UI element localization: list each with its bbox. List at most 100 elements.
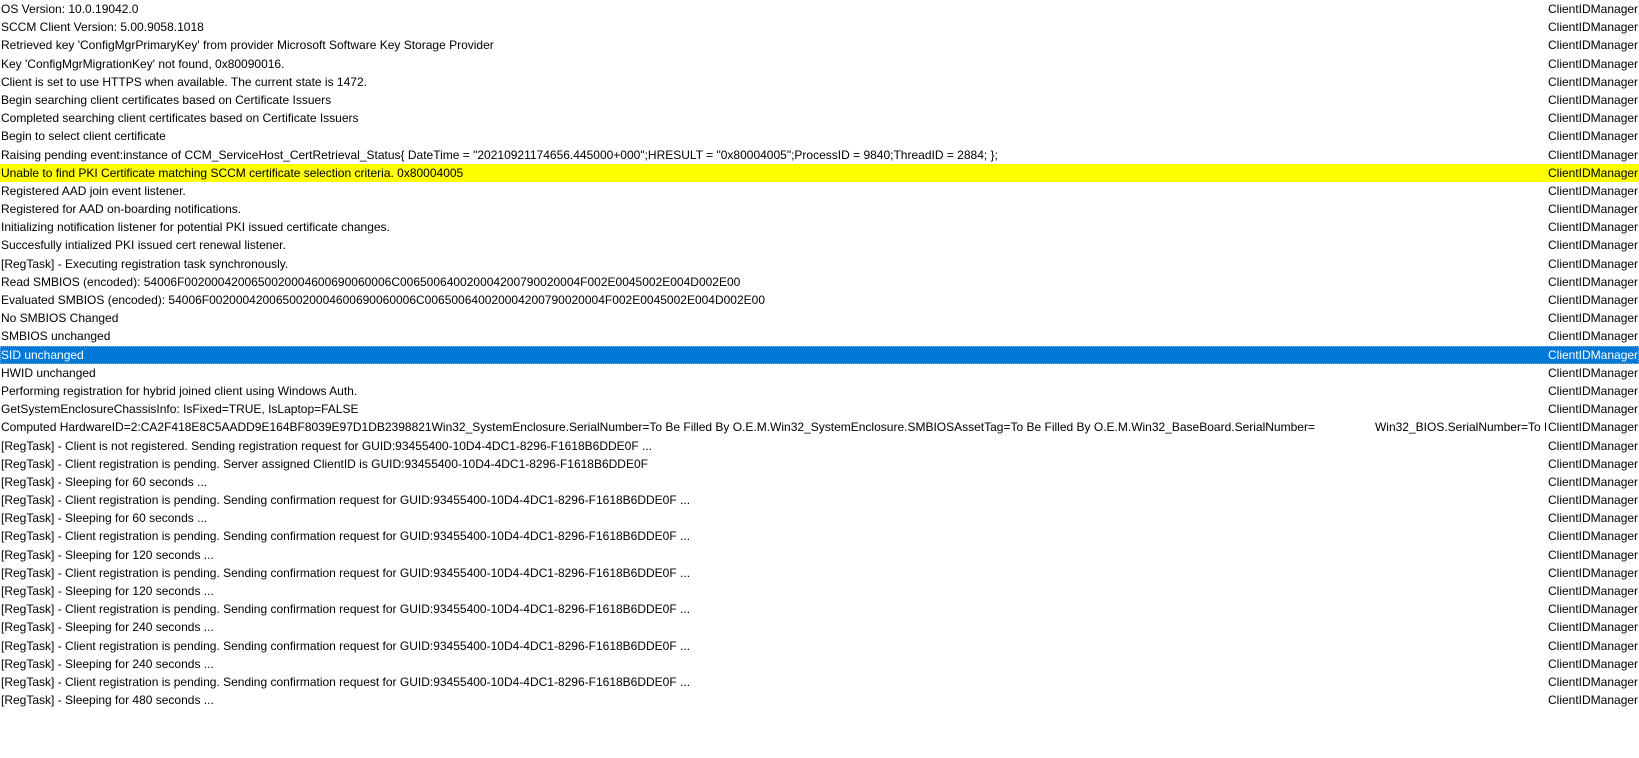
log-message: [RegTask] - Client registration is pendi… [1,638,691,653]
log-message: [RegTask] - Sleeping for 480 seconds ... [1,693,214,708]
log-message: [RegTask] - Sleeping for 240 seconds ... [1,620,214,635]
log-message: [RegTask] - Client registration is pendi… [1,456,648,471]
log-component: ClientIDManager [1548,493,1639,508]
log-component: ClientIDManager [1548,438,1639,453]
log-row[interactable]: Completed searching client certificates … [0,109,1639,127]
log-component: ClientIDManager [1548,129,1639,144]
log-message: [RegTask] - Client registration is pendi… [1,529,691,544]
log-row[interactable]: Begin to select client certificate Client… [0,127,1639,145]
log-component: ClientIDManager [1548,693,1639,708]
log-message: Read SMBIOS (encoded): 54006F00200042006… [1,274,741,289]
log-component: ClientIDManager [1548,38,1639,53]
log-row[interactable]: Retrieved key 'ConfigMgrPrimaryKey' from… [0,36,1639,54]
log-component: ClientIDManager [1548,92,1639,107]
log-message: Succesfully intialized PKI issued cert r… [1,238,286,253]
log-message: Client is set to use HTTPS when availabl… [1,74,367,89]
log-row[interactable]: Initializing notification listener for p… [0,218,1639,236]
log-row[interactable]: [RegTask] - Sleeping for 240 seconds ...… [0,655,1639,673]
log-message: [RegTask] - Client registration is pendi… [1,602,691,617]
log-message: GetSystemEnclosureChassisInfo: IsFixed=T… [1,402,359,417]
log-row[interactable]: Registered AAD join event listener. Clien… [0,182,1639,200]
log-row[interactable]: No SMBIOS Changed ClientIDManager [0,309,1639,327]
log-message: [RegTask] - Sleeping for 240 seconds ... [1,656,214,671]
log-message: [RegTask] - Client is not registered. Se… [1,438,652,453]
log-row[interactable]: Performing registration for hybrid joine… [0,382,1639,400]
log-message: [RegTask] - Client registration is pendi… [1,493,691,508]
log-component: ClientIDManager [1548,111,1639,126]
log-row[interactable]: Key 'ConfigMgrMigrationKey' not found, 0… [0,55,1639,73]
log-component: ClientIDManager [1548,620,1639,635]
log-row[interactable]: SMBIOS unchanged ClientIDManager [0,327,1639,345]
log-component: ClientIDManager [1548,402,1639,417]
log-component: ClientIDManager [1548,329,1639,344]
log-component: ClientIDManager [1548,474,1639,489]
log-row[interactable]: [RegTask] - Executing registration task … [0,255,1639,273]
log-component: ClientIDManager [1548,456,1639,471]
log-component: ClientIDManager [1548,347,1639,362]
log-message: SID unchanged [1,347,84,362]
log-component: ClientIDManager [1548,202,1639,217]
log-row[interactable]: Read SMBIOS (encoded): 54006F00200042006… [0,273,1639,291]
log-component: ClientIDManager [1548,147,1639,162]
log-row[interactable]: [RegTask] - Sleeping for 120 seconds ...… [0,546,1639,564]
log-row[interactable]: [RegTask] - Client registration is pendi… [0,673,1639,691]
log-message: Begin to select client certificate [1,129,166,144]
log-component: ClientIDManager [1548,220,1639,235]
log-row[interactable]: [RegTask] - Client registration is pendi… [0,491,1639,509]
log-row[interactable]: [RegTask] - Sleeping for 60 seconds ... C… [0,473,1639,491]
log-component: ClientIDManager [1548,293,1639,307]
log-message: [RegTask] - Executing registration task … [1,256,289,271]
log-component: ClientIDManager [1548,183,1639,198]
log-row[interactable]: [RegTask] - Client registration is pendi… [0,527,1639,545]
log-row[interactable]: Computed HardwareID=2:CA2F418E8C5AADD9E1… [0,418,1639,436]
log-message: Begin searching client certificates base… [1,92,332,107]
log-component: ClientIDManager [1548,165,1639,180]
log-message: Evaluated SMBIOS (encoded): 54006F002000… [1,293,766,307]
log-component: ClientIDManager [1548,20,1639,35]
log-row[interactable]: [RegTask] - Client registration is pendi… [0,564,1639,582]
log-row[interactable]: Client is set to use HTTPS when availabl… [0,73,1639,91]
log-component: ClientIDManager [1548,656,1639,671]
log-component: ClientIDManager [1548,2,1639,16]
log-message: Initializing notification listener for p… [1,220,390,235]
log-row[interactable]: GetSystemEnclosureChassisInfo: IsFixed=T… [0,400,1639,418]
log-row[interactable]: [RegTask] - Client registration is pendi… [0,455,1639,473]
log-component: ClientIDManager [1548,638,1639,653]
log-component: ClientIDManager [1548,238,1639,253]
log-component: ClientIDManager [1548,274,1639,289]
log-message: Registered for AAD on-boarding notificat… [1,202,242,217]
log-message: Performing registration for hybrid joine… [1,383,358,398]
log-row-warning[interactable]: Unable to find PKI Certificate matching … [0,163,1639,182]
log-component: ClientIDManager [1548,674,1639,689]
log-component: ClientIDManager [1548,584,1639,598]
log-row[interactable]: [RegTask] - Sleeping for 240 seconds ...… [0,618,1639,636]
log-component: ClientIDManager [1548,511,1639,526]
log-message: HWID unchanged [1,365,96,380]
log-row-selected[interactable]: SID unchanged ClientIDManager [0,345,1639,364]
log-row[interactable]: [RegTask] - Sleeping for 480 seconds ...… [0,691,1639,709]
log-row[interactable]: Evaluated SMBIOS (encoded): 54006F002000… [0,291,1639,309]
log-row[interactable]: [RegTask] - Client is not registered. Se… [0,437,1639,455]
log-message: [RegTask] - Client registration is pendi… [1,674,691,689]
log-row[interactable]: [RegTask] - Client registration is pendi… [0,600,1639,618]
log-row[interactable]: [RegTask] - Sleeping for 60 seconds ... C… [0,509,1639,527]
log-row[interactable]: Begin searching client certificates base… [0,91,1639,109]
log-row[interactable]: OS Version: 10.0.19042.0 ClientIDManager [0,0,1639,18]
log-component: ClientIDManager [1548,56,1639,71]
log-list[interactable]: OS Version: 10.0.19042.0 ClientIDManager S… [0,0,1639,758]
log-message: Computed HardwareID=2:CA2F418E8C5AADD9E1… [1,420,1546,435]
log-component: ClientIDManager [1548,256,1639,271]
log-row[interactable]: HWID unchanged ClientIDManager [0,364,1639,382]
log-row[interactable]: Succesfully intialized PKI issued cert r… [0,236,1639,254]
log-message: [RegTask] - Sleeping for 60 seconds ... [1,511,208,526]
log-message: OS Version: 10.0.19042.0 [1,2,139,16]
log-row[interactable]: Raising pending event:instance of CCM_Se… [0,146,1639,164]
log-row[interactable]: [RegTask] - Client registration is pendi… [0,637,1639,655]
log-message: Raising pending event:instance of CCM_Se… [1,147,998,162]
log-row[interactable]: Registered for AAD on-boarding notificat… [0,200,1639,218]
log-row[interactable]: [RegTask] - Sleeping for 120 seconds ...… [0,582,1639,600]
log-component: ClientIDManager [1548,602,1639,617]
log-message: SMBIOS unchanged [1,329,111,344]
log-row[interactable]: SCCM Client Version: 5.00.9058.1018 Clien… [0,18,1639,36]
log-component: ClientIDManager [1548,529,1639,544]
